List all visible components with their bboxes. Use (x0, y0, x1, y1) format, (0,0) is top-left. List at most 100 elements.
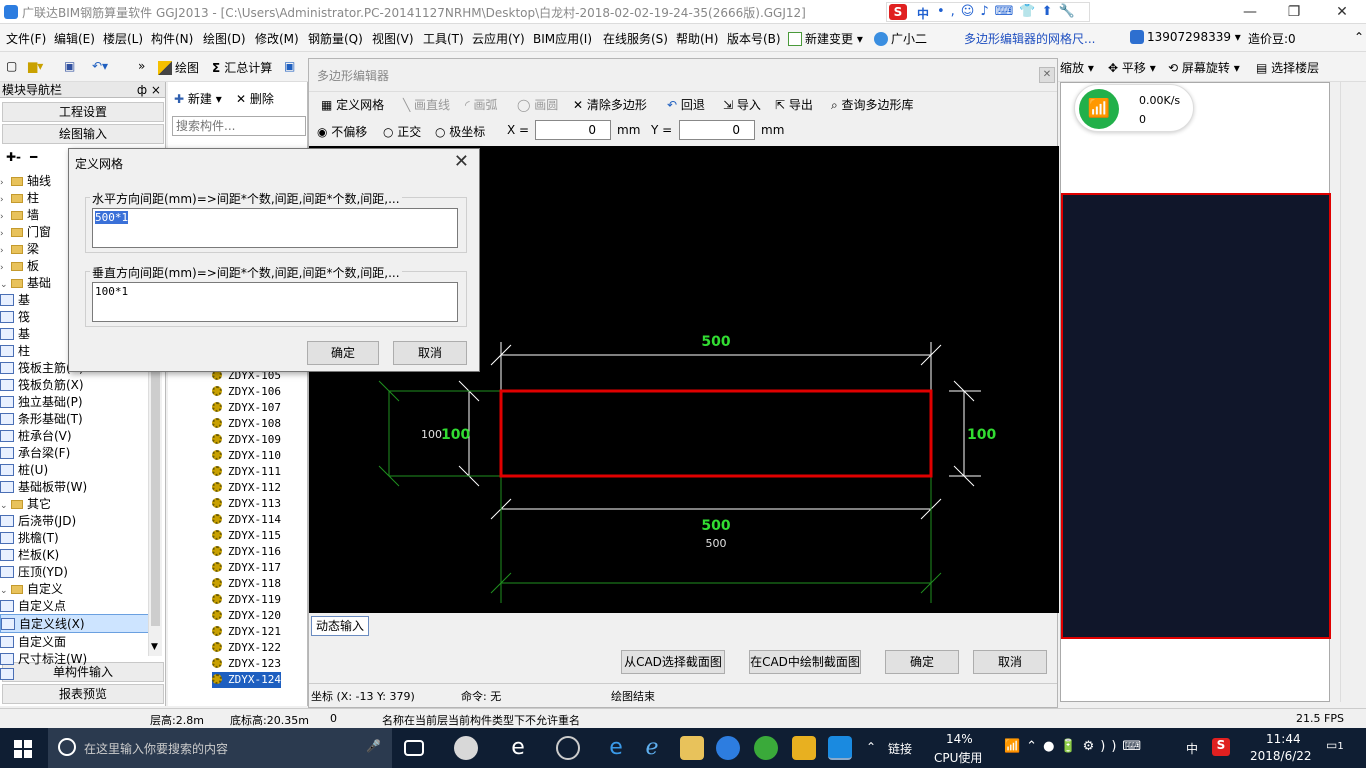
toolbar-icon-extra[interactable]: ▣ (284, 59, 295, 73)
microphone-icon[interactable]: 🎤 (366, 739, 381, 753)
clock-time[interactable]: 11:44 (1266, 732, 1301, 746)
tree-item[interactable]: 压顶(YD) (0, 563, 150, 580)
editor-close-button[interactable]: ✕ (1039, 67, 1055, 83)
pin-close-icons[interactable]: ф × (137, 82, 161, 98)
component-list-item[interactable]: ZDYX-116 (212, 544, 281, 560)
pan-button[interactable]: ✥ 平移 ▾ (1108, 59, 1156, 76)
component-list-item[interactable]: ZDYX-120 (212, 608, 281, 624)
maximize-button[interactable]: ❐ (1272, 2, 1316, 22)
tree-item[interactable]: 筏板负筋(X) (0, 376, 150, 393)
tree-item[interactable]: 尺寸标注(W) (0, 650, 150, 667)
menu-view[interactable]: 视图(V) (372, 30, 414, 47)
menu-online[interactable]: 在线服务(S) (603, 30, 668, 47)
y-input[interactable]: 0 (679, 120, 755, 140)
component-list-item[interactable]: ZDYX-111 (212, 464, 281, 480)
cad-draw-button[interactable]: 在CAD中绘制截面图 (749, 650, 861, 674)
expand-icon[interactable]: › (0, 212, 9, 222)
menu-file[interactable]: 文件(F) (6, 30, 46, 47)
component-list-item[interactable]: ZDYX-114 (212, 512, 281, 528)
draw-line-button[interactable]: ╲ 画直线 (403, 96, 450, 113)
ime-tool-icons[interactable]: •,☺♪⌨👕⬆🔧 (937, 4, 1081, 19)
price-beans[interactable]: 造价豆:0 (1248, 30, 1296, 47)
notes-app-icon[interactable] (792, 736, 816, 760)
tree-item[interactable]: 承台梁(F) (0, 444, 150, 461)
dialog-ok-button[interactable]: 确定 (307, 341, 379, 365)
notification-icon[interactable]: ▭1 (1326, 738, 1344, 752)
tray-sogou-icon[interactable]: S (1212, 738, 1230, 756)
horizontal-spacing-input[interactable]: 500*1 (92, 208, 458, 248)
collapse-all-icon[interactable]: ━ (30, 150, 37, 164)
drawing-input-button[interactable]: 绘图输入 (2, 124, 164, 144)
network-widget[interactable]: 📶 0.00K/s 0 (1074, 84, 1194, 132)
glodon-icon[interactable] (716, 736, 740, 760)
sum-calc-button[interactable]: Σ 汇总计算 (212, 59, 272, 76)
taskbar-search-box[interactable]: 在这里输入你要搜索的内容 🎤 (48, 728, 392, 768)
component-list-item[interactable]: ZDYX-122 (212, 640, 281, 656)
undo-icon[interactable]: ↶▾ (92, 59, 108, 73)
collapse-icon[interactable]: ⌄ (0, 586, 9, 596)
app-fan-icon[interactable] (454, 736, 478, 760)
component-list-item[interactable]: ZDYX-121 (212, 624, 281, 640)
tree-folder[interactable]: ⌄ 其它 (0, 495, 150, 512)
component-list-item[interactable]: ZDYX-107 (212, 400, 281, 416)
import-button[interactable]: ⇲ 导入 (723, 96, 761, 113)
tree-item[interactable]: 基础板带(W) (0, 478, 150, 495)
drawing-canvas[interactable] (1061, 193, 1331, 639)
toolbar-overflow-icon[interactable]: » (138, 59, 145, 73)
menu-rebar[interactable]: 钢筋量(Q) (308, 30, 363, 47)
expand-icon[interactable]: › (0, 195, 9, 205)
menu-modify[interactable]: 修改(M) (255, 30, 299, 47)
delete-component-button[interactable]: ✕ 删除 (236, 90, 274, 107)
new-file-icon[interactable]: ▢ (6, 59, 17, 73)
menu-draw[interactable]: 绘图(D) (203, 30, 246, 47)
tree-item[interactable]: 桩(U) (0, 461, 150, 478)
save-icon[interactable]: ▣ (64, 59, 75, 73)
tree-item-partial[interactable] (0, 667, 150, 681)
scroll-down-icon[interactable]: ▼ (151, 642, 158, 652)
menu-cloud[interactable]: 云应用(Y) (472, 30, 525, 47)
taskbar-scroll-icon[interactable]: ⌃ (866, 740, 876, 754)
cad-select-button[interactable]: 从CAD选择截面图 (621, 650, 725, 674)
component-list-item[interactable]: ZDYX-112 (212, 480, 281, 496)
new-component-button[interactable]: ✚ 新建 ▾ (174, 90, 222, 107)
taskbar-link-label[interactable]: 链接 (888, 740, 912, 757)
define-grid-button[interactable]: ▦ 定义网格 (321, 96, 384, 113)
menu-version[interactable]: 版本号(B) (727, 30, 781, 47)
active-app-icon[interactable] (828, 736, 852, 760)
tray-ime-label[interactable]: 中 (1186, 740, 1198, 757)
menu-help[interactable]: 帮助(H) (676, 30, 718, 47)
green-app-icon[interactable] (754, 736, 778, 760)
menu-edit[interactable]: 编辑(E) (54, 30, 95, 47)
ribbon-toggle[interactable]: ⌃ (1354, 30, 1364, 44)
tree-item[interactable]: 条形基础(T) (0, 410, 150, 427)
component-list-item[interactable]: ZDYX-115 (212, 528, 281, 544)
editor-cancel-button[interactable]: 取消 (973, 650, 1047, 674)
ie-icon[interactable]: e (506, 736, 530, 760)
tree-item[interactable]: 桩承台(V) (0, 427, 150, 444)
component-list-item[interactable]: ZDYX-113 (212, 496, 281, 512)
close-button[interactable]: ✕ (1320, 2, 1364, 22)
expand-icon[interactable]: › (0, 229, 9, 239)
open-folder-icon[interactable]: ▆▾ (28, 59, 43, 73)
component-list-item[interactable]: ZDYX-117 (212, 560, 281, 576)
editor-undo-button[interactable]: ↶ 回退 (667, 96, 705, 113)
ime-toolbar[interactable]: S 中 •,☺♪⌨👕⬆🔧 (886, 2, 1090, 22)
radio-ortho[interactable]: ○ 正交 (383, 123, 421, 140)
tree-item[interactable]: 后浇带(JD) (0, 512, 150, 529)
component-list-item[interactable]: ZDYX-123 (212, 656, 281, 672)
project-settings-button[interactable]: 工程设置 (2, 102, 164, 122)
minimize-button[interactable]: — (1228, 2, 1272, 22)
tray-icons[interactable]: 📶⌃●🔋⚙))⌨ (1004, 739, 1147, 754)
clear-polygon-button[interactable]: ✕ 清除多边形 (573, 96, 647, 113)
export-button[interactable]: ⇱ 导出 (775, 96, 813, 113)
tree-item[interactable]: 独立基础(P) (0, 393, 150, 410)
component-list-item[interactable]: ZDYX-109 (212, 432, 281, 448)
component-list-item[interactable]: ZDYX-118 (212, 576, 281, 592)
menu-floor[interactable]: 楼层(L) (103, 30, 143, 47)
tree-item[interactable]: 栏板(K) (0, 546, 150, 563)
zoom-button[interactable]: 缩放 ▾ (1060, 59, 1094, 76)
sogou-icon[interactable]: S (889, 4, 907, 20)
component-list-item[interactable]: ZDYX-124 (212, 672, 281, 688)
vertical-spacing-input[interactable]: 100*1 (92, 282, 458, 322)
expand-all-icon[interactable]: ✚- (6, 150, 21, 164)
